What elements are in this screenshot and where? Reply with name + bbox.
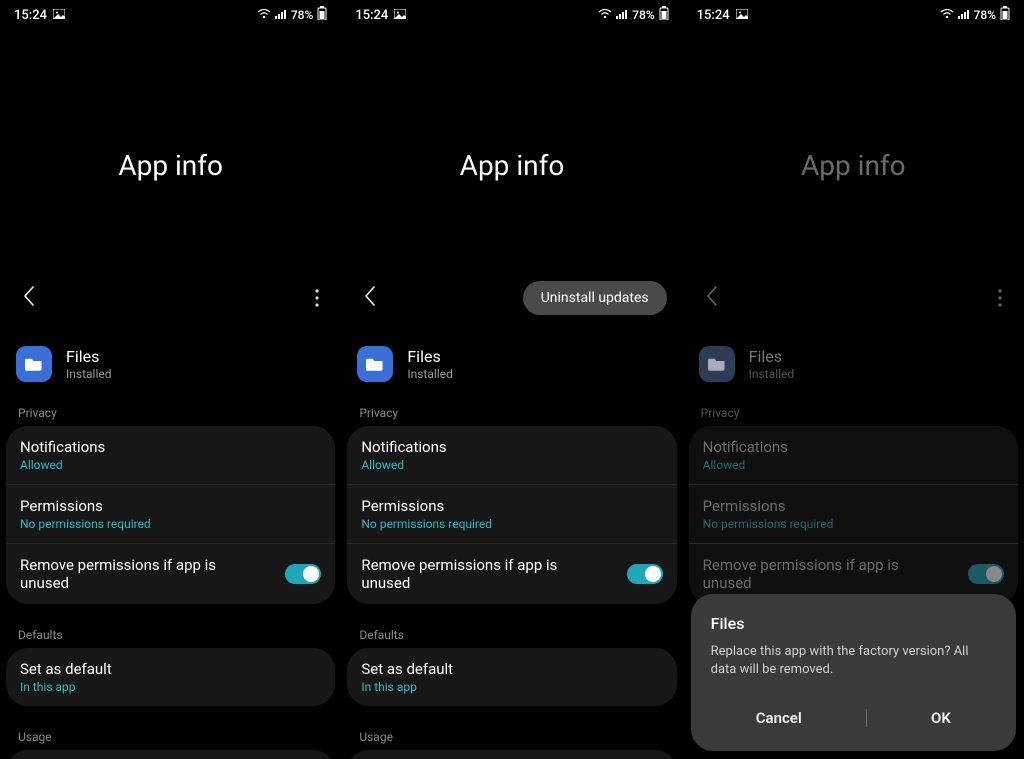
folder-icon [16,346,52,382]
status-bar: 15:24 78% [683,0,1024,24]
ok-button[interactable]: OK [905,703,977,733]
notifications-row: Notifications Allowed [689,426,1018,484]
status-time: 15:24 [355,8,388,23]
app-header: Files Installed [341,346,682,382]
privacy-card: Notifications Allowed Permissions No per… [347,426,676,604]
set-as-default-row[interactable]: Set as default In this app [6,648,335,706]
screen-3: 15:24 78% App info Files [683,0,1024,759]
privacy-card: Notifications Allowed Permissions No per… [689,426,1018,604]
header-row [0,280,341,316]
uninstall-updates-menu-item[interactable]: Uninstall updates [523,281,667,315]
dialog-separator [866,709,867,727]
folder-icon [699,346,735,382]
defaults-card: Set as default In this app [347,648,676,706]
set-as-default-row[interactable]: Set as default In this app [347,648,676,706]
picture-icon [736,8,748,23]
wifi-icon [940,8,954,23]
status-time: 15:24 [14,8,47,23]
status-bar: 15:24 78% [0,0,341,24]
app-status: Installed [407,367,453,381]
section-label-defaults: Defaults [0,628,341,642]
confirm-dialog: Files Replace this app with the factory … [691,594,1016,751]
permissions-row[interactable]: Permissions No permissions required [6,484,335,543]
status-bar: 15:24 78% [341,0,682,24]
section-label-privacy: Privacy [0,406,341,420]
folder-icon [357,346,393,382]
permissions-row: Permissions No permissions required [689,484,1018,543]
usage-card: Mobile data No data used [6,750,335,759]
usage-card: Mobile data No data used [347,750,676,759]
signal-icon [616,8,628,23]
status-time: 15:24 [697,8,730,23]
remove-permissions-row[interactable]: Remove permissions if app is unused [347,543,676,604]
permissions-row[interactable]: Permissions No permissions required [347,484,676,543]
remove-permissions-toggle[interactable] [285,564,321,584]
privacy-card: Notifications Allowed Permissions No per… [6,426,335,604]
section-label-privacy: Privacy [683,406,1024,420]
notifications-row[interactable]: Notifications Allowed [6,426,335,484]
more-menu-button [991,285,1008,311]
dialog-body: Replace this app with the factory versio… [711,643,996,679]
header-row [683,280,1024,316]
battery-icon [659,6,669,24]
battery-percent: 78% [974,8,996,22]
screen-1: 15:24 78% App info [0,0,341,759]
battery-percent: 78% [632,8,654,22]
screen-2: 15:24 78% App info Uninstall updates Fil… [341,0,682,759]
more-menu-button[interactable] [309,285,326,311]
battery-icon [1000,6,1010,24]
app-status: Installed [749,367,795,381]
page-title: App info [341,149,682,182]
signal-icon [958,8,970,23]
back-button[interactable] [357,281,383,316]
dialog-title: Files [711,614,996,633]
app-name: Files [66,347,112,366]
wifi-icon [257,8,271,23]
battery-percent: 78% [291,8,313,22]
back-button[interactable] [16,281,42,316]
picture-icon [53,8,65,23]
remove-permissions-toggle[interactable] [627,564,663,584]
remove-permissions-toggle [968,564,1004,584]
defaults-card: Set as default In this app [6,648,335,706]
app-header: Files Installed [0,346,341,382]
back-button [699,281,725,316]
app-header: Files Installed [683,346,1024,382]
header-row: Uninstall updates [341,280,682,316]
picture-icon [394,8,406,23]
page-title: App info [0,149,341,182]
page-title: App info [683,149,1024,182]
section-label-privacy: Privacy [341,406,682,420]
app-name: Files [749,347,795,366]
section-label-usage: Usage [0,730,341,744]
app-name: Files [407,347,453,366]
app-status: Installed [66,367,112,381]
mobile-data-row[interactable]: Mobile data No data used [6,750,335,759]
section-label-defaults: Defaults [341,628,682,642]
remove-permissions-row[interactable]: Remove permissions if app is unused [6,543,335,604]
signal-icon [275,8,287,23]
notifications-row[interactable]: Notifications Allowed [347,426,676,484]
battery-icon [317,6,327,24]
section-label-usage: Usage [341,730,682,744]
mobile-data-row[interactable]: Mobile data No data used [347,750,676,759]
cancel-button[interactable]: Cancel [730,703,828,733]
wifi-icon [598,8,612,23]
